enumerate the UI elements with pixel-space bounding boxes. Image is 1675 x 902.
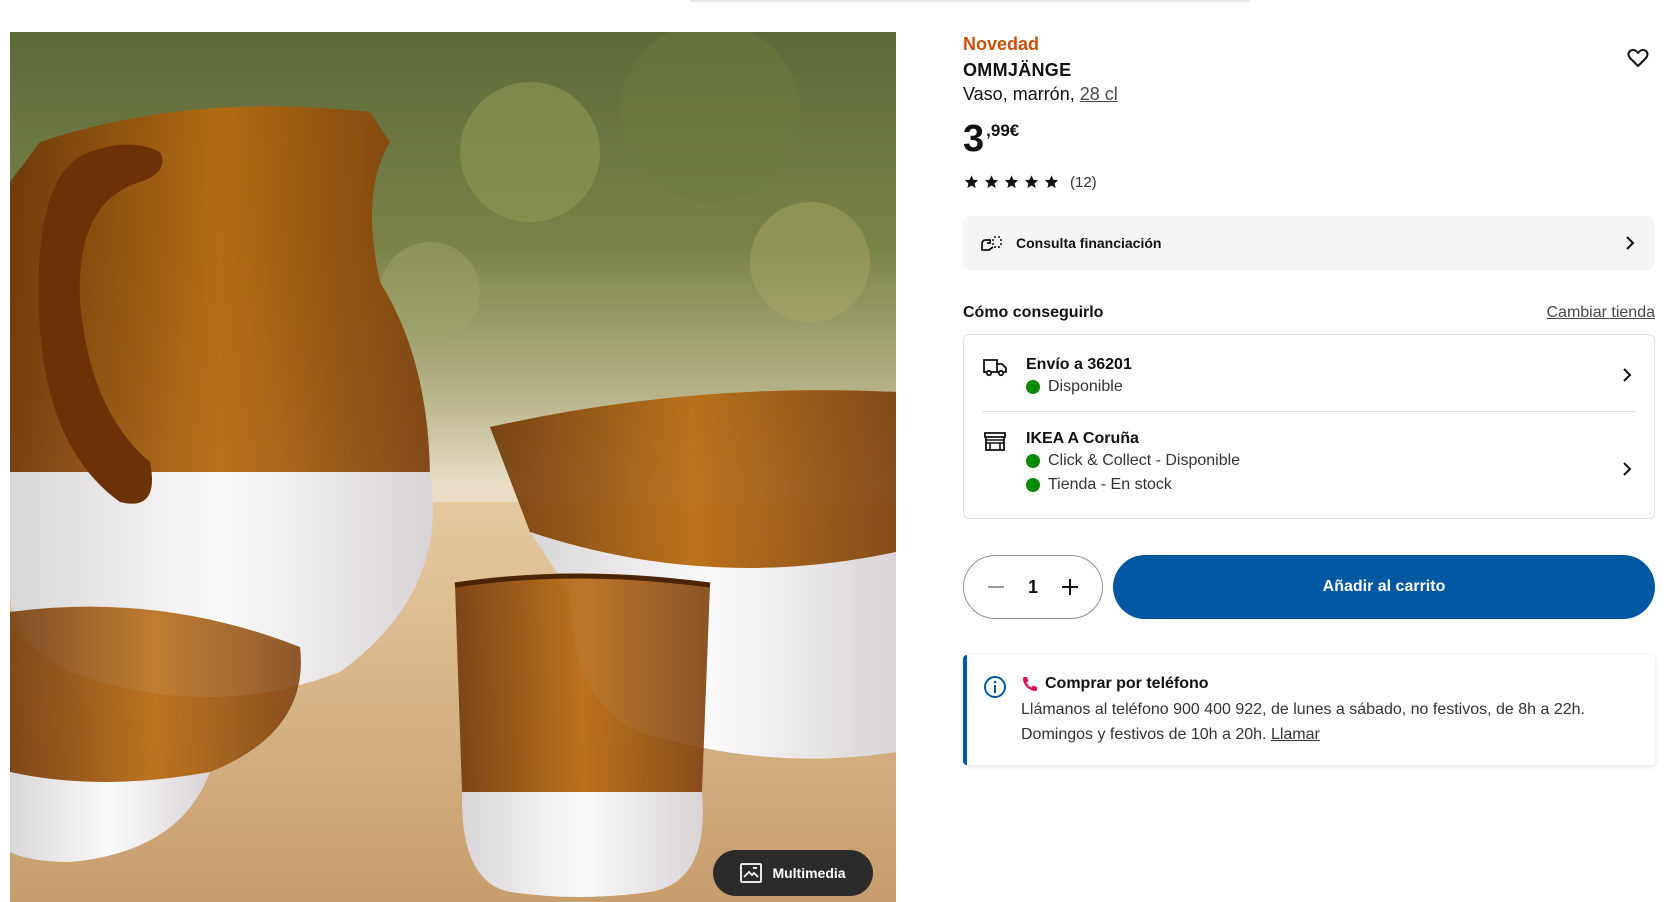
call-link[interactable]: Llamar xyxy=(1271,726,1320,743)
financing-button[interactable]: Consulta financiación xyxy=(963,216,1655,270)
availability-title: Cómo conseguirlo xyxy=(963,304,1104,321)
chevron-right-icon xyxy=(1626,236,1635,250)
star-icon xyxy=(1024,175,1039,188)
availability-box: Envío a 36201 Disponible IKEA A Coruña C… xyxy=(963,334,1655,519)
new-badge: Novedad xyxy=(963,34,1040,54)
minus-icon[interactable] xyxy=(984,575,1008,599)
product-size-link[interactable]: 28 cl xyxy=(1080,84,1118,104)
plus-icon[interactable] xyxy=(1058,575,1082,599)
store-stock-status-text: Tienda - En stock xyxy=(1048,476,1172,493)
change-store-link[interactable]: Cambiar tienda xyxy=(1547,304,1656,322)
quantity-input[interactable] xyxy=(1013,576,1053,598)
available-dot xyxy=(1026,380,1040,394)
store-stock-status: Tienda - En stock xyxy=(1026,473,1636,497)
chevron-right-icon xyxy=(1623,462,1632,476)
phone-text-line1: Llámanos al teléfono 900 400 922, de lun… xyxy=(1021,701,1585,718)
phone-order-header: Comprar por teléfono xyxy=(1021,673,1641,695)
rating-stars xyxy=(963,174,1060,190)
gallery-icon xyxy=(740,863,763,883)
phone-order-body: Comprar por teléfono Llámanos al teléfon… xyxy=(1021,673,1641,765)
truck-icon xyxy=(983,359,1007,377)
product-image[interactable]: Multimedia xyxy=(10,32,896,902)
product-name: OMMJÄNGE xyxy=(963,60,1072,80)
top-divider xyxy=(690,0,1250,2)
price-integer: 3 xyxy=(963,118,985,160)
available-dot xyxy=(1026,478,1040,492)
delivery-title: Envío a 36201 xyxy=(1026,356,1132,373)
phone-icon xyxy=(1022,677,1037,692)
click-collect-status: Click & Collect - Disponible xyxy=(1026,449,1636,473)
rating-count: (12) xyxy=(1070,173,1097,191)
multimedia-label: Multimedia xyxy=(772,865,846,881)
store-title: IKEA A Coruña xyxy=(1026,430,1139,447)
financing-label: Consulta financiación xyxy=(1016,235,1162,251)
info-icon xyxy=(984,676,1006,698)
add-to-cart-button[interactable]: Añadir al carrito xyxy=(1113,555,1655,619)
store-text: IKEA A Coruña Click & Collect - Disponib… xyxy=(1026,429,1636,497)
product-description: Vaso, marrón, 28 cl xyxy=(963,82,1655,106)
star-icon xyxy=(1044,175,1059,188)
phone-order-title: Comprar por teléfono xyxy=(1045,675,1209,692)
price: 3 ,99€ xyxy=(963,116,1655,162)
store-option[interactable]: IKEA A Coruña Click & Collect - Disponib… xyxy=(982,412,1636,518)
star-icon xyxy=(984,175,999,188)
rating[interactable]: (12) xyxy=(963,172,1655,192)
star-icon xyxy=(1004,175,1019,188)
phone-order-card: Comprar por teléfono Llámanos al teléfon… xyxy=(963,655,1655,765)
product-info-panel: Novedad OMMJÄNGE Vaso, marrón, 28 cl 3 ,… xyxy=(963,32,1655,765)
star-icon xyxy=(964,175,979,188)
product-description-text: Vaso, marrón, xyxy=(963,84,1075,104)
available-dot xyxy=(1026,454,1040,468)
favourite-heart-icon[interactable] xyxy=(1626,46,1650,70)
delivery-option[interactable]: Envío a 36201 Disponible xyxy=(982,335,1636,412)
financing-icon xyxy=(981,236,1002,251)
store-icon xyxy=(984,432,1006,451)
price-decimal: ,99€ xyxy=(986,121,1020,140)
product-photo xyxy=(10,32,896,902)
delivery-status: Disponible xyxy=(1026,375,1636,399)
delivery-text: Envío a 36201 Disponible xyxy=(1026,355,1636,399)
click-collect-status-text: Click & Collect - Disponible xyxy=(1048,452,1241,469)
multimedia-button[interactable]: Multimedia xyxy=(713,850,873,896)
availability-header: Cómo conseguirlo Cambiar tienda xyxy=(963,302,1655,324)
chevron-right-icon xyxy=(1623,368,1632,382)
phone-text-line2: Domingos y festivos de 10h a 20h. xyxy=(1021,726,1267,743)
delivery-status-text: Disponible xyxy=(1048,378,1123,395)
buy-row: Añadir al carrito xyxy=(963,555,1655,619)
quantity-stepper xyxy=(963,555,1103,619)
phone-order-text: Llámanos al teléfono 900 400 922, de lun… xyxy=(1021,697,1641,747)
